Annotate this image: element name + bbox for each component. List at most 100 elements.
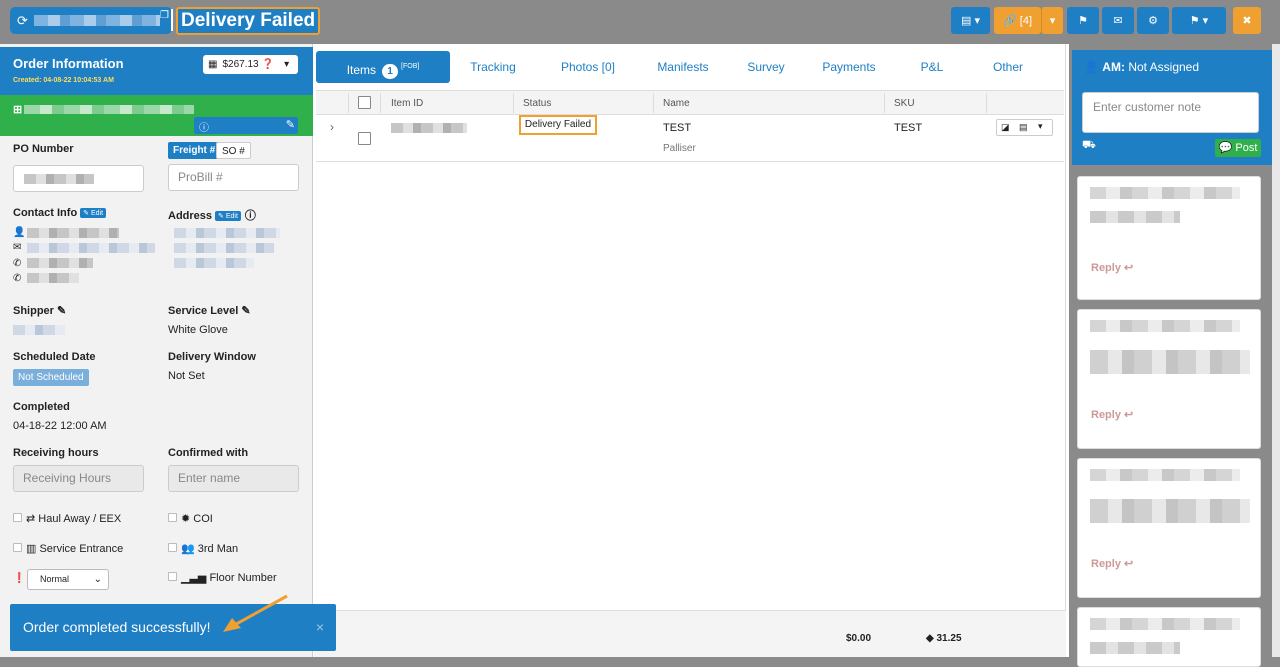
account-manager-header: 👤 AM: Not Assigned [1072, 50, 1272, 85]
reply-button[interactable]: Reply ↩ [1091, 408, 1133, 421]
tab-photos[interactable]: Photos [0] [554, 51, 622, 83]
address-line3-redacted [174, 258, 254, 268]
tab-so-number[interactable]: SO # [216, 142, 251, 159]
column-item-id[interactable]: Item ID [391, 98, 423, 109]
po-number-input[interactable] [13, 165, 144, 192]
truck-icon[interactable]: ⛟ [1082, 139, 1096, 153]
document-icon: ▤ ▾ [961, 15, 980, 27]
chevron-down-icon[interactable]: ▾ [1038, 121, 1043, 132]
coi-checkbox[interactable] [168, 513, 177, 522]
customer-banner: ⊞ ⓘ ✎ [0, 95, 313, 136]
refresh-icon[interactable]: ⟳ [17, 13, 28, 29]
tab-other[interactable]: Other [988, 51, 1028, 83]
barcode-icon[interactable]: ▤ [1019, 122, 1028, 133]
table-row[interactable]: › Delivery Failed TEST Palliser TEST ◪ ▤… [316, 115, 1064, 162]
document-dropdown-button[interactable]: ▤ ▾ [951, 7, 990, 34]
tab-items[interactable]: Items 1 [FOB] [316, 51, 450, 83]
comment-icon: 💬 [1218, 142, 1233, 154]
probill-input[interactable]: ProBill # [168, 164, 299, 191]
envelope-icon: ✉ [13, 242, 22, 253]
service-level-value: White Glove [168, 324, 228, 336]
address-edit-button[interactable]: ✎ Edit [215, 211, 241, 221]
close-button[interactable]: ✖ [1233, 7, 1261, 34]
select-all-checkbox[interactable] [358, 96, 371, 109]
tab-payments[interactable]: Payments [817, 51, 881, 83]
third-man-checkbox[interactable] [168, 543, 177, 552]
settings-button[interactable]: ⚙ [1137, 7, 1169, 34]
haul-away-label: ⇄ Haul Away / EEX [26, 512, 121, 525]
tab-survey[interactable]: Survey [740, 51, 792, 83]
haul-away-checkbox[interactable] [13, 513, 22, 522]
links-count: [4] [1019, 14, 1032, 27]
floor-number-label: ▁▃▅ Floor Number [181, 571, 277, 584]
am-label: AM: [1102, 60, 1125, 74]
signal-icon: ▁▃▅ [181, 572, 207, 584]
item-status: Delivery Failed [519, 115, 597, 135]
envelope-icon: ✉ [1113, 15, 1123, 27]
contact-email-redacted [27, 243, 155, 253]
toast-close-button[interactable]: × [316, 604, 324, 651]
edit-icon[interactable]: ✎ [57, 305, 66, 317]
order-id-badge[interactable]: ⟳ ❐ [10, 7, 172, 34]
reply-label: Reply [1091, 262, 1121, 274]
shipper-value-redacted[interactable] [13, 325, 65, 335]
links-dropdown-button[interactable]: ▾ [1041, 7, 1063, 34]
shipper-text: Shipper [13, 305, 54, 317]
column-status[interactable]: Status [523, 98, 551, 109]
edit-icon[interactable]: ✎ [286, 118, 295, 131]
top-bar: ⟳ ❐ Delivery Failed ▤ ▾ 🔗 [4] ▾ ⚑ ✉ ⚙ ⚑ … [0, 0, 1280, 44]
confirmed-with-input[interactable]: Enter name [168, 465, 299, 492]
post-label: Post [1235, 142, 1258, 154]
contact-name-redacted [27, 228, 119, 238]
edit-icon[interactable]: ✎ [241, 305, 250, 317]
service-entrance-checkbox[interactable] [13, 543, 22, 552]
confirmed-with-label: Confirmed with [168, 447, 249, 459]
links-button[interactable]: 🔗 [4] [994, 7, 1041, 34]
tab-pl[interactable]: P&L [914, 51, 950, 83]
page-scrollbar[interactable] [1272, 44, 1280, 657]
plus-icon[interactable]: ⊞ [13, 103, 22, 116]
order-id-redacted [34, 15, 160, 26]
tab-manifests[interactable]: Manifests [651, 51, 715, 83]
po-number-label: PO Number [13, 143, 74, 155]
reply-icon: ↩ [1124, 558, 1134, 570]
chevron-right-icon[interactable]: › [330, 120, 334, 134]
column-divider [986, 93, 987, 113]
customer-name-redacted [24, 105, 194, 114]
service-level-text: Service Level [168, 305, 239, 317]
contact-edit-button[interactable]: ✎ Edit [80, 208, 107, 218]
column-sku[interactable]: SKU [894, 98, 915, 109]
contact-info-text: Contact Info [13, 207, 78, 219]
flag-button[interactable]: ⚑ [1067, 7, 1099, 34]
receiving-hours-label: Receiving hours [13, 447, 99, 459]
scheduled-date-badge[interactable]: Not Scheduled [13, 369, 89, 386]
title-separator [171, 9, 173, 31]
flag-check-dropdown-button[interactable]: ⚑ ▾ [1172, 7, 1226, 34]
reply-button[interactable]: Reply ↩ [1091, 557, 1133, 570]
address-line1-redacted [174, 228, 280, 238]
notes-panel: 👤 AM: Not Assigned Enter customer note ⛟… [1069, 44, 1280, 667]
item-vendor: Palliser [663, 143, 696, 154]
receiving-hours-input[interactable]: Receiving Hours [13, 465, 144, 492]
info-icon[interactable]: ⓘ [245, 210, 256, 222]
row-checkbox[interactable] [358, 132, 371, 145]
column-divider [884, 93, 885, 113]
price-dropdown[interactable]: ▦ $267.13 ❓ ▾ [203, 55, 298, 74]
tab-tracking[interactable]: Tracking [460, 51, 526, 83]
customer-sub-badge[interactable]: ⓘ ✎ [194, 117, 298, 134]
edit-icon[interactable]: ◪ [1001, 122, 1010, 133]
phone-icon: ✆ [13, 258, 22, 269]
column-name[interactable]: Name [663, 98, 690, 109]
contact-info-label: Contact Info ✎ Edit [13, 207, 107, 219]
post-button[interactable]: 💬 Post [1215, 139, 1261, 157]
user-icon: 👤 [1084, 60, 1099, 74]
floor-number-checkbox[interactable] [168, 572, 177, 581]
priority-select[interactable]: Normal ⌄ [27, 569, 109, 590]
email-button[interactable]: ✉ [1102, 7, 1134, 34]
reply-button[interactable]: Reply ↩ [1091, 261, 1133, 274]
tab-freight-number[interactable]: Freight # [168, 142, 221, 159]
am-value: Not Assigned [1128, 60, 1200, 74]
note-author-redacted [1090, 320, 1240, 332]
customer-note-input[interactable]: Enter customer note [1082, 92, 1259, 133]
copy-icon[interactable]: ❐ [160, 10, 169, 21]
